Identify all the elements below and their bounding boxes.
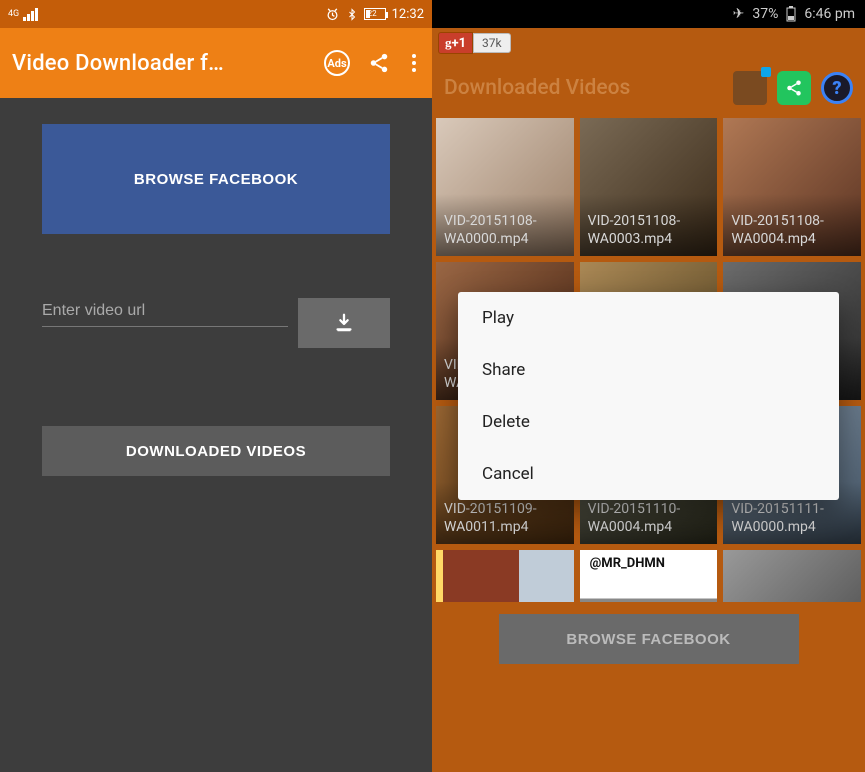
video-filename: VID-20151108-WA0004.mp4 bbox=[731, 213, 853, 248]
status-time: 12:32 bbox=[392, 7, 424, 22]
downloaded-videos-button[interactable]: DOWNLOADED VIDEOS bbox=[42, 426, 390, 476]
download-button[interactable] bbox=[298, 298, 390, 348]
gplus-bar: g+1 37k bbox=[432, 28, 865, 58]
menu-item-delete[interactable]: Delete bbox=[458, 396, 839, 448]
ads-icon[interactable]: Ads bbox=[324, 50, 350, 76]
airplane-mode-icon: ✈ bbox=[733, 6, 745, 22]
menu-item-cancel[interactable]: Cancel bbox=[458, 448, 839, 500]
status-bar: 4G 22 12:32 bbox=[0, 0, 432, 28]
menu-item-play[interactable]: Play bbox=[458, 292, 839, 344]
battery-icon: 22 bbox=[364, 8, 386, 20]
video-thumbnail[interactable]: VID-20151108-WA0000.mp4 bbox=[436, 118, 574, 256]
alarm-icon bbox=[325, 7, 340, 22]
bottom-bar: BROWSE FACEBOOK bbox=[432, 602, 865, 772]
app-bar: Video Downloader f… Ads bbox=[0, 28, 432, 98]
bluetooth-icon bbox=[346, 7, 358, 22]
browse-facebook-button[interactable]: BROWSE FACEBOOK bbox=[499, 614, 799, 664]
video-url-input[interactable] bbox=[42, 298, 288, 327]
browse-facebook-button[interactable]: BROWSE FACEBOOK bbox=[42, 124, 390, 234]
video-filename: VID-20151109-WA0011.mp4 bbox=[444, 501, 566, 536]
video-thumbnail[interactable]: VID-20151108-WA0004.mp4 bbox=[723, 118, 861, 256]
signal-icon bbox=[23, 8, 38, 21]
gplus-button[interactable]: g+1 bbox=[438, 32, 473, 54]
screen-downloaded-videos: ✈ 37% 6:46 pm g+1 37k Downloaded Videos … bbox=[432, 0, 865, 772]
app-bar: Downloaded Videos ? bbox=[432, 58, 865, 118]
status-time: 6:46 pm bbox=[804, 6, 855, 22]
share-button[interactable] bbox=[777, 71, 811, 105]
share-icon[interactable] bbox=[368, 52, 390, 74]
status-bar: ✈ 37% 6:46 pm bbox=[432, 0, 865, 28]
page-title: Downloaded Videos bbox=[444, 76, 723, 100]
app-title: Video Downloader f… bbox=[12, 51, 316, 76]
video-filename: VID-20151110-WA0004.mp4 bbox=[588, 501, 710, 536]
screen-downloader: 4G 22 12:32 Video Downloader f… Ads bbox=[0, 0, 432, 772]
menu-item-share[interactable]: Share bbox=[458, 344, 839, 396]
battery-icon bbox=[786, 6, 796, 22]
battery-percent: 37% bbox=[752, 6, 778, 22]
overflow-menu-icon[interactable] bbox=[408, 54, 420, 72]
video-watermark: @MR_DHMN bbox=[590, 556, 665, 571]
video-filename: VID-20151111-WA0000.mp4 bbox=[731, 501, 853, 536]
video-filename: VID-20151108-WA0003.mp4 bbox=[588, 213, 710, 248]
apps-icon[interactable] bbox=[733, 71, 767, 105]
video-thumbnail[interactable]: VID-20151108-WA0003.mp4 bbox=[580, 118, 718, 256]
help-icon[interactable]: ? bbox=[821, 72, 853, 104]
download-icon bbox=[333, 312, 355, 334]
context-menu: Play Share Delete Cancel bbox=[458, 292, 839, 500]
gplus-count: 37k bbox=[473, 33, 511, 53]
video-filename: VID-20151108-WA0000.mp4 bbox=[444, 213, 566, 248]
network-label: 4G bbox=[8, 10, 19, 19]
